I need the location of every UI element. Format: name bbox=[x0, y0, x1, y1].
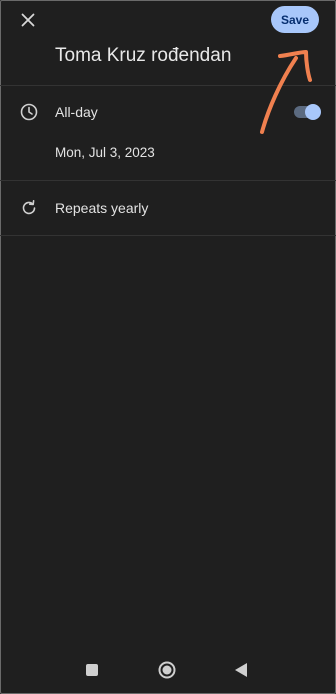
all-day-label: All-day bbox=[55, 104, 98, 120]
recents-button[interactable] bbox=[82, 660, 102, 680]
divider bbox=[0, 180, 336, 181]
back-button[interactable] bbox=[231, 660, 251, 680]
back-icon bbox=[235, 663, 247, 677]
close-icon bbox=[21, 13, 35, 27]
hand-drawn-arrow-annotation bbox=[260, 50, 312, 134]
home-button[interactable] bbox=[157, 660, 177, 680]
clock-icon bbox=[19, 102, 39, 122]
save-button[interactable]: Save bbox=[271, 6, 319, 33]
home-icon bbox=[158, 661, 176, 679]
recents-icon bbox=[86, 664, 98, 676]
event-date[interactable]: Mon, Jul 3, 2023 bbox=[55, 145, 155, 160]
close-button[interactable] bbox=[17, 9, 39, 31]
repeat-label[interactable]: Repeats yearly bbox=[55, 200, 148, 216]
repeat-icon bbox=[19, 198, 39, 218]
divider bbox=[0, 235, 336, 236]
system-nav-bar bbox=[0, 650, 336, 690]
event-title[interactable]: Toma Kruz rođendan bbox=[55, 45, 231, 67]
